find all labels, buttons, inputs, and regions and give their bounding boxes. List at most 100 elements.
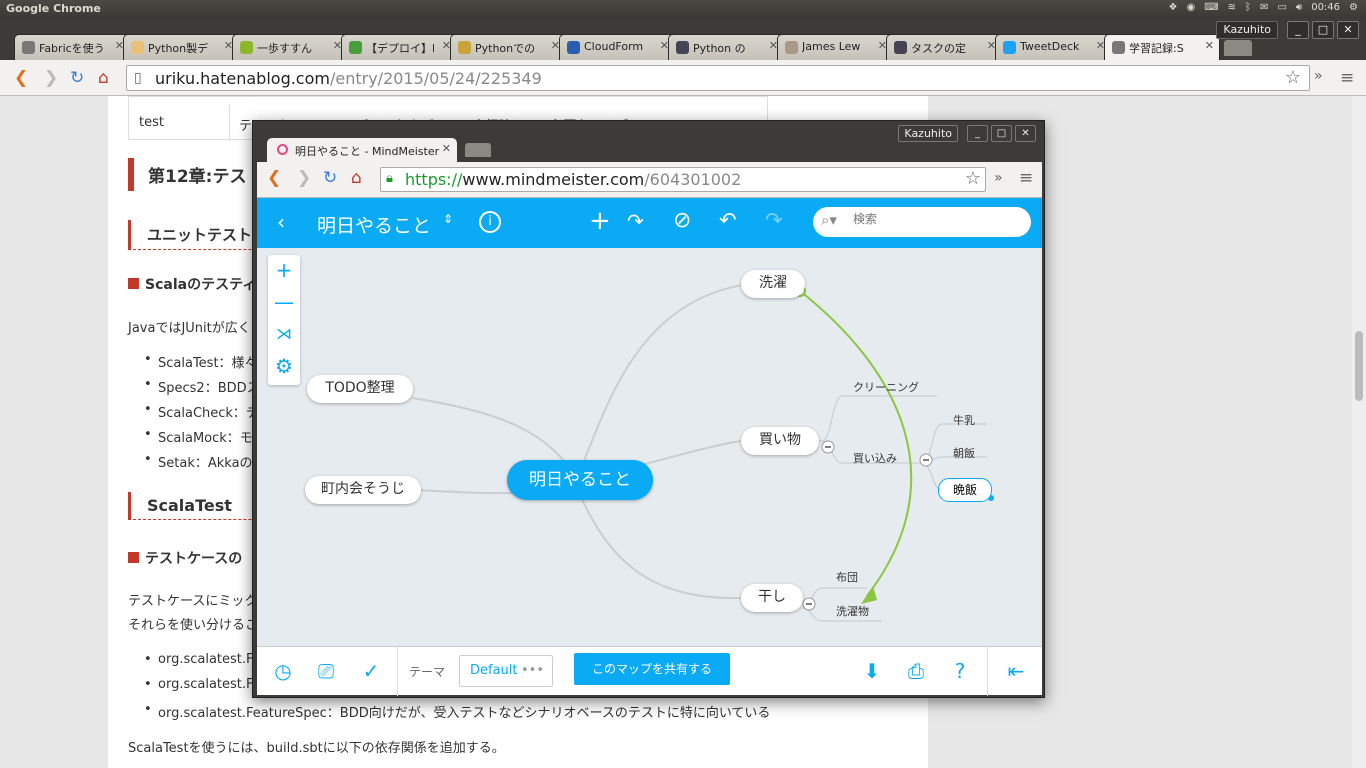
new-tab-button[interactable]	[465, 143, 491, 157]
tab-active[interactable]: 明日やること - MindMeister ✕	[267, 138, 457, 162]
mail-icon[interactable]: ✉	[1260, 2, 1268, 13]
more-icon: •••	[520, 663, 544, 678]
profile-button[interactable]: Kazuhito	[1216, 21, 1278, 39]
undo-icon[interactable]: ↶	[719, 208, 737, 232]
subtopic[interactable]: 牛乳	[953, 412, 975, 428]
wifi-icon[interactable]: ≋	[1228, 2, 1236, 13]
minimize-button[interactable]: _	[967, 125, 988, 142]
browser-tab-strip: Fabricを使う ✕ Python製デ ✕ 一歩すすん ✕ 【デプロイ】F ✕ Pyt…	[0, 18, 1366, 60]
topic-node[interactable]: 干し	[741, 584, 803, 612]
address-bar[interactable]: 🔒︎ https://www.mindmeister.com/604301002…	[380, 167, 986, 192]
subtopic-selected[interactable]: 晩飯	[938, 478, 992, 502]
keyboard-icon[interactable]: ⌨	[1204, 2, 1218, 13]
subtopic[interactable]: 布団	[836, 569, 858, 585]
subtopic[interactable]: 洗濯物	[836, 603, 869, 619]
zoom-in-icon[interactable]: +	[269, 255, 299, 285]
delete-icon[interactable]: ⊘	[673, 208, 691, 233]
layout-icon[interactable]: ⋊	[269, 319, 299, 349]
bluetooth-icon[interactable]: ᛒ	[1245, 2, 1251, 13]
subtopic[interactable]: クリーニング	[853, 379, 919, 395]
tab[interactable]: James Lew ✕	[777, 34, 893, 60]
mindmeister-window: Kazuhito _ □ ✕ 明日やること - MindMeister ✕ ❮ ❯…	[252, 120, 1045, 698]
favicon-icon	[349, 41, 362, 54]
menu-icon[interactable]: ≡	[1019, 168, 1033, 188]
tasks-check-icon[interactable]: ✓	[356, 656, 386, 686]
minimize-button[interactable]: _	[1287, 21, 1309, 39]
favicon-icon	[458, 41, 471, 54]
help-icon[interactable]: ?	[945, 656, 975, 686]
tab[interactable]: 【デプロイ】F ✕	[341, 34, 457, 60]
battery-icon[interactable]: ▭	[1277, 2, 1286, 13]
theme-select[interactable]: Default •••	[459, 655, 553, 687]
close-icon[interactable]: ✕	[442, 142, 451, 155]
redo-icon[interactable]: ↷	[765, 208, 783, 232]
tab[interactable]: CloudForm ✕	[559, 34, 675, 60]
subtopic[interactable]: 朝飯	[953, 445, 975, 461]
topic-node[interactable]: 洗濯	[741, 270, 805, 298]
print-icon[interactable]: ⎙	[901, 656, 931, 686]
page-scrollbar[interactable]	[1352, 96, 1366, 768]
forward-icon[interactable]: ❯	[297, 168, 311, 188]
presentation-icon[interactable]: ⎚	[311, 656, 341, 686]
topic-node[interactable]: 町内会そうじ	[305, 476, 421, 504]
search-box[interactable]: ⌕▾	[813, 207, 1031, 237]
theme-label: テーマ	[409, 665, 446, 679]
map-title[interactable]: 明日やること	[317, 211, 431, 238]
menu-icon[interactable]: ≡	[1340, 68, 1354, 88]
exit-icon[interactable]: ⇤	[1001, 656, 1031, 686]
info-icon[interactable]: i	[479, 211, 501, 233]
search-input[interactable]	[853, 212, 1013, 226]
mindmap-canvas[interactable]: + — ⋊ ⚙ 明日やること 洗濯 TODO整理 町内会そうじ 買い物 干し ク…	[257, 248, 1042, 646]
reload-icon[interactable]: ↻	[323, 168, 337, 188]
tab[interactable]: Pythonでの ✕	[450, 34, 566, 60]
volume-icon[interactable]: 🔊︎	[1296, 2, 1302, 13]
extensions-overflow-icon[interactable]: »	[994, 170, 1003, 186]
star-icon[interactable]: ☆	[965, 168, 981, 189]
share-map-button[interactable]: このマップを共有する	[574, 653, 730, 685]
star-icon[interactable]: ☆	[1285, 67, 1301, 88]
back-icon[interactable]: ❮	[267, 168, 281, 188]
map-switch-icon[interactable]: ⇕	[443, 212, 453, 226]
profile-button[interactable]: Kazuhito	[898, 125, 958, 142]
add-node-icon[interactable]: +	[589, 206, 611, 236]
connect-icon[interactable]: ↷	[627, 209, 644, 233]
scrollbar-thumb[interactable]	[1355, 331, 1363, 401]
maximize-button[interactable]: □	[991, 125, 1012, 142]
tab[interactable]: Python の ✕	[668, 34, 784, 60]
maximize-button[interactable]: □	[1312, 21, 1334, 39]
subtopic[interactable]: 買い込み	[853, 450, 897, 466]
extensions-overflow-icon[interactable]: »	[1314, 68, 1323, 84]
tab[interactable]: TweetDeck ✕	[995, 34, 1111, 60]
tab[interactable]: Python製デ ✕	[123, 34, 239, 60]
close-icon[interactable]: ✕	[1205, 39, 1214, 52]
new-tab-button[interactable]	[1224, 40, 1252, 56]
zoom-out-icon[interactable]: —	[269, 287, 299, 317]
dropbox-icon[interactable]: ❖	[1169, 2, 1178, 13]
clock[interactable]: 00:46	[1311, 2, 1340, 13]
close-window-button[interactable]: ✕	[1015, 125, 1036, 142]
app-name: Google Chrome	[6, 2, 101, 15]
forward-icon[interactable]: ❯	[44, 68, 58, 88]
topic-node[interactable]: 買い物	[741, 427, 819, 455]
back-icon[interactable]: ❮	[14, 68, 28, 88]
home-icon[interactable]: ⌂	[351, 168, 362, 188]
tab[interactable]: 一歩すすん ✕	[232, 34, 348, 60]
settings-icon[interactable]: ⚙	[1349, 2, 1358, 13]
reload-icon[interactable]: ↻	[70, 68, 84, 88]
download-icon[interactable]: ⬇	[857, 656, 887, 686]
tab[interactable]: Fabricを使う ✕	[14, 34, 130, 60]
tab[interactable]: タスクの定 ✕	[886, 34, 1002, 60]
back-chevron-icon[interactable]: ‹	[277, 210, 285, 234]
tab-active[interactable]: 学習記録:S ✕	[1104, 34, 1220, 60]
address-bar[interactable]: ▯ uriku.hatenablog.com/entry/2015/05/24/…	[126, 65, 1310, 91]
topic-node[interactable]: TODO整理	[307, 375, 413, 403]
chrome-icon[interactable]: ◉	[1186, 2, 1195, 13]
favicon-icon	[22, 41, 35, 54]
root-node[interactable]: 明日やること	[507, 460, 653, 500]
close-window-button[interactable]: ✕	[1337, 21, 1359, 39]
settings-gear-icon[interactable]: ⚙	[269, 351, 299, 381]
home-icon[interactable]: ⌂	[98, 68, 109, 88]
mindmeister-footer: ◷ ⎚ ✓ テーマ Default ••• このマップを共有する ⬇ ⎙ ? ⇤	[257, 646, 1042, 696]
history-icon[interactable]: ◷	[268, 656, 298, 686]
favicon-icon	[567, 41, 580, 54]
